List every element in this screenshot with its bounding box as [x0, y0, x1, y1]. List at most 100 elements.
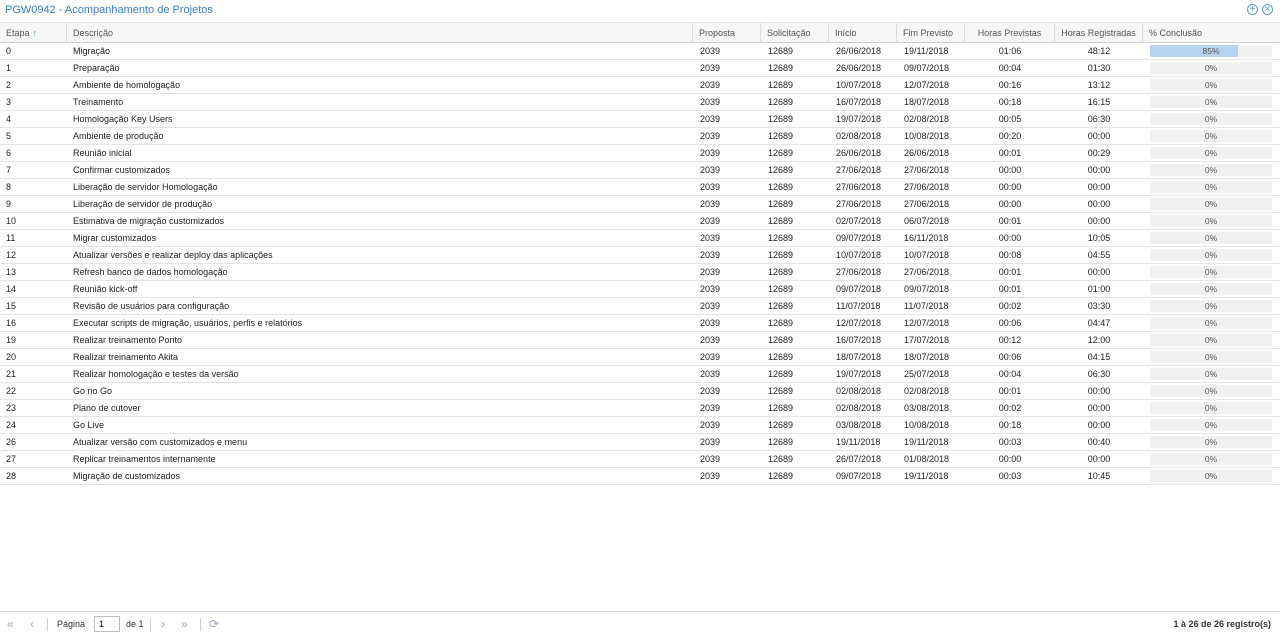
close-circle-icon[interactable]: × [1262, 4, 1273, 15]
cell-proposta: 2039 [700, 318, 721, 328]
cell-horas-registradas: 00:00 [1087, 199, 1111, 209]
grid-header: Etapa ↑ Descrição Proposta Solicitação In… [0, 22, 1280, 43]
column-header-solicitacao[interactable]: Solicitação [761, 23, 829, 43]
column-header-fim-previsto[interactable]: Fim Previsto [897, 23, 965, 43]
last-page-icon[interactable]: » [181, 617, 188, 631]
table-row[interactable]: 1 Preparação 2039 12689 26/06/2018 09/07/2018… [0, 60, 1280, 77]
cell-etapa: 21 [6, 369, 17, 379]
table-row[interactable]: 15 Revisão de usuários para configuração 2… [0, 298, 1280, 315]
table-row[interactable]: 2 Ambiente de homologação 2039 12689 10/07/2… [0, 77, 1280, 94]
cell-proposta: 2039 [700, 148, 721, 158]
table-row[interactable]: 13 Refresh banco de dados homologação 2039… [0, 264, 1280, 281]
cell-horas-registradas: 00:29 [1087, 148, 1111, 158]
cell-inicio: 12/07/2018 [836, 318, 882, 328]
progress-bar: 0% [1150, 368, 1272, 380]
cell-proposta: 2039 [700, 284, 721, 294]
cell-solicitacao: 12689 [768, 471, 794, 481]
column-header-conclusao[interactable]: % Conclusão [1143, 23, 1280, 43]
column-header-etapa[interactable]: Etapa ↑ [0, 23, 67, 43]
cell-solicitacao: 12689 [768, 318, 794, 328]
progress-bar: 0% [1150, 164, 1272, 176]
cell-inicio: 19/11/2018 [836, 437, 881, 447]
table-row[interactable]: 8 Liberação de servidor Homologação 2039 12… [0, 179, 1280, 196]
table-row[interactable]: 0 Migração 2039 12689 26/06/2018 19/11/2018 01… [0, 43, 1280, 60]
cell-horas-previstas: 00:06 [998, 352, 1022, 362]
table-row[interactable]: 4 Homologação Key Users 2039 12689 19/07/201… [0, 111, 1280, 128]
cell-inicio: 18/07/2018 [836, 352, 882, 362]
refresh-icon[interactable]: ⟳ [209, 617, 219, 631]
cell-proposta: 2039 [700, 454, 721, 464]
table-row[interactable]: 26 Atualizar versão com customizados e me… [0, 434, 1280, 451]
plus-circle-icon[interactable]: + [1247, 4, 1258, 15]
table-row[interactable]: 16 Executar scripts de migração, usuários… [0, 315, 1280, 332]
cell-horas-previstas: 00:00 [998, 165, 1022, 175]
cell-proposta: 2039 [700, 46, 721, 56]
table-row[interactable]: 27 Replicar treinamentos internamente 2039… [0, 451, 1280, 468]
progress-label: 0% [1204, 165, 1218, 175]
progress-label: 0% [1204, 233, 1218, 243]
progress-label: 0% [1204, 216, 1218, 226]
progress-bar: 0% [1150, 130, 1272, 142]
cell-descricao: Migração [73, 46, 111, 56]
cell-inicio: 09/07/2018 [836, 284, 882, 294]
progress-bar: 0% [1150, 113, 1272, 125]
cell-solicitacao: 12689 [768, 301, 794, 311]
progress-bar: 0% [1150, 436, 1272, 448]
cell-fim-previsto: 01/08/2018 [904, 454, 950, 464]
cell-proposta: 2039 [700, 97, 721, 107]
progress-bar: 0% [1150, 62, 1272, 74]
table-row[interactable]: 7 Confirmar customizados 2039 12689 27/06/20… [0, 162, 1280, 179]
progress-label: 0% [1204, 80, 1218, 90]
column-header-descricao[interactable]: Descrição [67, 23, 693, 43]
cell-inicio: 19/07/2018 [836, 114, 882, 124]
cell-etapa: 26 [6, 437, 17, 447]
table-row[interactable]: 19 Realizar treinamento Ponto 2039 12689 16/… [0, 332, 1280, 349]
cell-solicitacao: 12689 [768, 63, 794, 73]
progress-bar: 0% [1150, 385, 1272, 397]
cell-horas-previstas: 00:00 [998, 233, 1022, 243]
cell-etapa: 4 [6, 114, 12, 124]
cell-inicio: 26/06/2018 [836, 148, 882, 158]
table-row[interactable]: 11 Migrar customizados 2039 12689 09/07/2018… [0, 230, 1280, 247]
cell-horas-registradas: 00:00 [1087, 454, 1111, 464]
cell-fim-previsto: 09/07/2018 [904, 63, 950, 73]
cell-solicitacao: 12689 [768, 420, 794, 430]
cell-descricao: Liberação de servidor de produção [73, 199, 213, 209]
progress-label: 0% [1204, 114, 1218, 124]
table-row[interactable]: 23 Plano de cutover 2039 12689 02/08/2018 03/… [0, 400, 1280, 417]
window-title: PGW0942 - Acompanhamento de Projetos [5, 4, 213, 16]
table-row[interactable]: 6 Reunião inicial 2039 12689 26/06/2018 26/06… [0, 145, 1280, 162]
table-row[interactable]: 12 Atualizar versões e realizar deploy da… [0, 247, 1280, 264]
page-number-input[interactable] [94, 616, 120, 632]
column-header-inicio[interactable]: Início [829, 23, 897, 43]
cell-solicitacao: 12689 [768, 437, 794, 447]
cell-etapa: 27 [6, 454, 17, 464]
cell-solicitacao: 12689 [768, 267, 794, 277]
cell-horas-registradas: 48:12 [1087, 46, 1111, 56]
next-page-icon[interactable]: › [161, 617, 165, 631]
cell-fim-previsto: 16/11/2018 [904, 233, 949, 243]
table-row[interactable]: 5 Ambiente de produção 2039 12689 02/08/2018… [0, 128, 1280, 145]
cell-solicitacao: 12689 [768, 233, 794, 243]
prev-page-icon[interactable]: ‹ [30, 617, 34, 631]
column-header-horas-registradas[interactable]: Horas Registradas [1055, 23, 1143, 43]
cell-descricao: Realizar homologação e testes da versão [73, 369, 239, 379]
table-row[interactable]: 20 Realizar treinamento Akita 2039 12689 18/… [0, 349, 1280, 366]
table-row[interactable]: 21 Realizar homologação e testes da versã… [0, 366, 1280, 383]
table-row[interactable]: 14 Reunião kick-off 2039 12689 09/07/2018 09/… [0, 281, 1280, 298]
cell-inicio: 16/07/2018 [836, 335, 882, 345]
column-header-proposta[interactable]: Proposta [693, 23, 761, 43]
table-row[interactable]: 3 Treinamento 2039 12689 16/07/2018 18/07/201… [0, 94, 1280, 111]
table-row[interactable]: 24 Go Live 2039 12689 03/08/2018 10/08/2018 00… [0, 417, 1280, 434]
table-row[interactable]: 9 Liberação de servidor de produção 2039 12… [0, 196, 1280, 213]
table-row[interactable]: 22 Go no Go 2039 12689 02/08/2018 02/08/2018 0… [0, 383, 1280, 400]
cell-descricao: Homologação Key Users [73, 114, 173, 124]
window-titlebar: PGW0942 - Acompanhamento de Projetos + × [0, 0, 1280, 22]
table-row[interactable]: 28 Migração de customizados 2039 12689 09/07… [0, 468, 1280, 485]
table-row[interactable]: 10 Estimativa de migração customizados 203… [0, 213, 1280, 230]
first-page-icon[interactable]: « [7, 617, 14, 631]
cell-fim-previsto: 19/11/2018 [904, 471, 949, 481]
progress-bar: 0% [1150, 334, 1272, 346]
cell-fim-previsto: 18/07/2018 [904, 352, 950, 362]
column-header-horas-previstas[interactable]: Horas Previstas [965, 23, 1055, 43]
